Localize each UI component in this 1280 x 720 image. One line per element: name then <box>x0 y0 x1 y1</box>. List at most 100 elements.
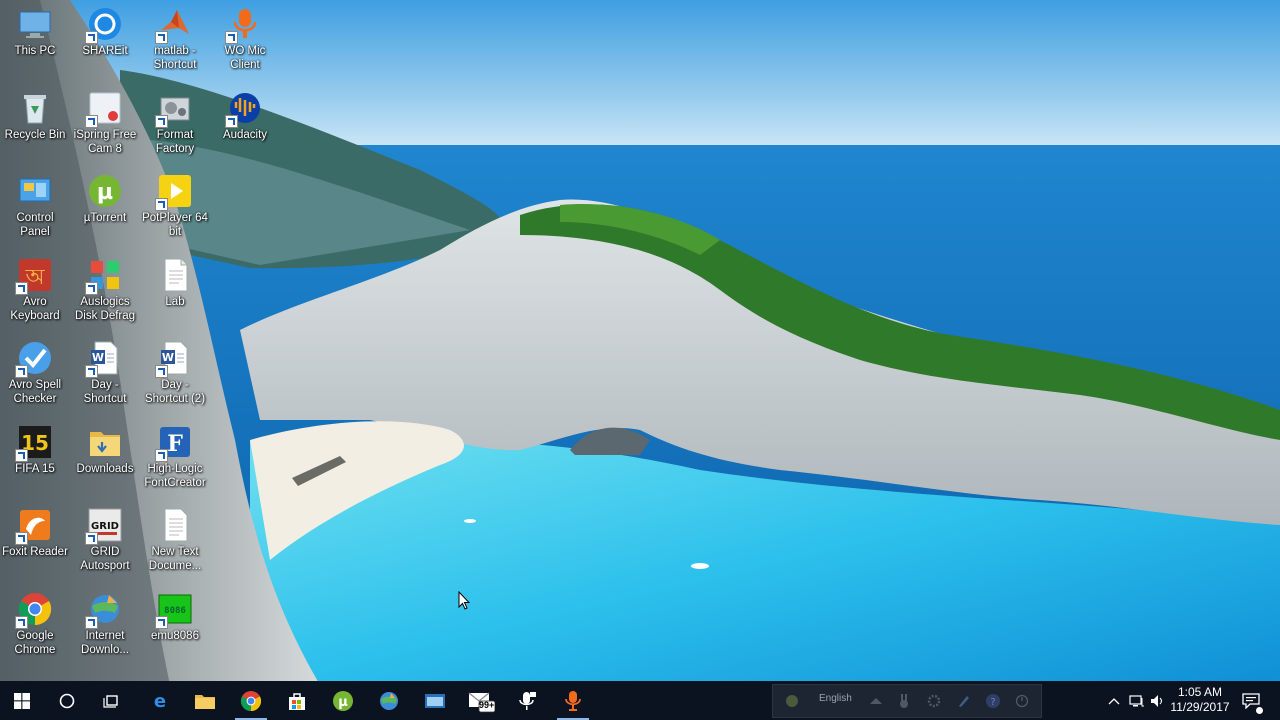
file-icon <box>157 257 193 293</box>
desktop-icon-label: Avro Keyboard <box>10 296 60 322</box>
desktop-icon-fontcreator[interactable]: F High-Logic FontCreator <box>140 422 210 502</box>
shortcut-arrow-icon <box>85 282 98 295</box>
network-tray-button[interactable] <box>1126 681 1148 720</box>
shortcut-arrow-icon <box>155 616 168 629</box>
desktop-icon-audacity[interactable]: Audacity <box>210 88 280 168</box>
desktop-icon-label: Format Factory <box>155 129 195 155</box>
audacity-icon <box>225 90 263 128</box>
shortcut-arrow-icon <box>85 365 98 378</box>
grid-autosport-icon: GRID <box>85 507 123 545</box>
fifa-icon: 15 <box>15 424 53 462</box>
utorrent-icon: µ <box>333 690 353 711</box>
mouse-cursor-icon <box>458 591 470 610</box>
show-hidden-icons-button[interactable] <box>1104 681 1124 720</box>
taskbar-wo-mic[interactable] <box>551 681 595 720</box>
shortcut-arrow-icon <box>85 115 98 128</box>
start-button[interactable] <box>0 681 44 720</box>
taskbar-app-window[interactable] <box>413 681 457 720</box>
desktop-icon-label: Day - Shortcut <box>83 379 127 405</box>
svg-text:W: W <box>92 351 104 364</box>
cortana-circle-icon <box>59 693 75 708</box>
desktop-icon-foxit[interactable]: Foxit Reader <box>0 505 70 585</box>
desktop-icon-emu8086[interactable]: 8086 emu8086 <box>140 589 210 669</box>
recycle-bin-icon <box>17 90 53 126</box>
desktop-icon-label: GRID Autosport <box>80 546 130 572</box>
cortana-search-button[interactable] <box>45 681 89 720</box>
folder-icon <box>87 424 123 460</box>
edge-icon: e <box>154 691 166 711</box>
desktop-icon-folder[interactable]: Downloads <box>70 422 140 502</box>
shortcut-arrow-icon <box>15 282 28 295</box>
taskbar-file-explorer[interactable] <box>183 681 227 720</box>
desktop-icon-label: Internet Downlo... <box>81 630 129 656</box>
windows-logo-icon <box>14 692 30 709</box>
computer-icon <box>17 6 53 42</box>
desktop-icon-label: matlab - Shortcut <box>153 45 197 71</box>
desktop-icon-word-doc[interactable]: W Day - Shortcut <box>70 338 140 418</box>
potplayer-icon <box>155 173 193 211</box>
taskbar-utorrent[interactable]: µ <box>321 681 365 720</box>
desktop-icon-label: WO Mic Client <box>224 45 266 71</box>
taskbar-voice-recorder[interactable] <box>505 681 549 720</box>
desktop-icon-word-doc[interactable]: W Day - Shortcut (2) <box>140 338 210 418</box>
shortcut-arrow-icon <box>155 115 168 128</box>
text-file-icon <box>157 507 193 543</box>
shortcut-arrow-icon <box>85 31 98 44</box>
desktop-icon-file[interactable]: Lab <box>140 255 210 335</box>
taskbar-chrome[interactable] <box>229 681 273 720</box>
taskbar-edge[interactable]: e <box>138 681 182 720</box>
desktop-icon-label: iSpring Free Cam 8 <box>73 129 137 155</box>
svg-text:µ: µ <box>97 180 113 205</box>
language-bar[interactable]: English ? <box>772 684 1042 718</box>
chrome-icon <box>15 591 53 629</box>
store-bag-icon <box>289 692 305 710</box>
desktop-icon-idm[interactable]: Internet Downlo... <box>70 589 140 669</box>
desktop-icon-shareit[interactable]: SHAREit <box>70 4 140 84</box>
power-icon <box>1015 694 1029 708</box>
chevron-up-icon <box>1108 697 1120 704</box>
volume-tray-button[interactable] <box>1148 681 1168 720</box>
task-view-icon <box>103 694 118 708</box>
desktop-icon-auslogics[interactable]: Auslogics Disk Defrag <box>70 255 140 335</box>
desktop-icon-grid-autosport[interactable]: GRID GRID Autosport <box>70 505 140 585</box>
desktop-icon-matlab[interactable]: matlab - Shortcut <box>140 4 210 84</box>
language-indicator: English <box>819 693 852 704</box>
taskbar-internet-download-manager[interactable] <box>367 681 411 720</box>
fontcreator-icon: F <box>155 424 193 462</box>
chrome-icon <box>240 690 262 711</box>
desktop-icon-control-panel[interactable]: Control Panel <box>0 171 70 251</box>
microphone-icon <box>225 6 263 44</box>
desktop-icon-recycle-bin[interactable]: Recycle Bin <box>0 88 70 168</box>
hat-icon <box>870 698 882 704</box>
task-view-button[interactable] <box>90 681 134 720</box>
foxit-icon <box>15 507 53 545</box>
taskbar-mail[interactable]: 99+ <box>459 681 503 720</box>
taskbar-store[interactable] <box>275 681 319 720</box>
desktop-icon-avro-keyboard[interactable]: অ Avro Keyboard <box>0 255 70 335</box>
desktop-icon-ispring[interactable]: iSpring Free Cam 8 <box>70 88 140 168</box>
avro-keyboard-icon: অ <box>15 257 53 295</box>
desktop-icon-fifa[interactable]: 15 FIFA 15 <box>0 422 70 502</box>
clock[interactable]: 1:05 AM 11/29/2017 <box>1166 685 1234 715</box>
desktop-icon-label: Avro Spell Checker <box>8 379 62 405</box>
desktop-icon-microphone[interactable]: WO Mic Client <box>210 4 280 84</box>
control-panel-icon <box>17 173 53 209</box>
action-center-button[interactable] <box>1236 681 1266 720</box>
shortcut-arrow-icon <box>15 616 28 629</box>
idm-globe-icon <box>380 691 398 710</box>
desktop-icon-text-file[interactable]: New Text Docume... <box>140 505 210 585</box>
shortcut-arrow-icon <box>155 449 168 462</box>
svg-text:8086: 8086 <box>164 606 186 616</box>
word-doc-icon: W <box>155 340 193 378</box>
desktop-icon-utorrent[interactable]: µ µTorrent <box>70 171 140 251</box>
word-doc-icon: W <box>85 340 123 378</box>
desktop-icon-label: This PC <box>14 45 56 57</box>
idm-icon <box>85 591 123 629</box>
desktop-icon-potplayer[interactable]: PotPlayer 64 bit <box>140 171 210 251</box>
desktop-icon-computer[interactable]: This PC <box>0 4 70 84</box>
desktop-icon-chrome[interactable]: Google Chrome <box>0 589 70 669</box>
desktop-icon-spell-check[interactable]: Avro Spell Checker <box>0 338 70 418</box>
desktop-icon-format-factory[interactable]: Format Factory <box>140 88 210 168</box>
svg-text:GRID: GRID <box>91 521 119 532</box>
desktop-icon-label: New Text Docume... <box>148 546 202 572</box>
